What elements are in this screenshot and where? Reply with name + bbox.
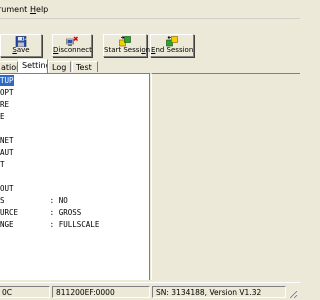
menu-instrument-label: rument (0, 5, 28, 14)
status-panel-address: 811200EF:0000 (52, 286, 150, 298)
tab-test-label: Test (76, 63, 92, 72)
tab-test[interactable]: Test (72, 61, 98, 72)
start-session-label-pre: Start Sessi (104, 46, 142, 54)
settings-line[interactable]: RE (0, 99, 9, 110)
tab-log[interactable]: Log (48, 61, 71, 72)
resize-grip-icon[interactable] (288, 289, 298, 299)
save-label-rest: ave (16, 46, 30, 54)
save-button[interactable]: Save (0, 34, 42, 57)
settings-line[interactable]: T (0, 159, 5, 170)
settings-line[interactable]: OUT (0, 183, 14, 194)
toolbar: Save Disconnect Start Session End Sessio… (0, 20, 300, 60)
status-panel-version: SN: 3134188, Version V1.32 (152, 286, 286, 298)
settings-line[interactable]: E (0, 111, 5, 122)
disconnect-button-label: Disconnect (53, 46, 92, 55)
menu-help-label: elp (36, 5, 49, 14)
menu-instrument[interactable]: rument (0, 5, 27, 15)
settings-line[interactable]: TUP (0, 75, 14, 86)
start-session-button-label: Start Session (104, 46, 150, 55)
disconnect-label-rest: isconnect (58, 46, 92, 54)
tab-configuration[interactable]: ation (0, 61, 18, 72)
settings-line[interactable]: URCE : GROSS (0, 207, 81, 218)
detail-pane (151, 73, 300, 280)
menu-help[interactable]: Help (30, 5, 48, 15)
save-button-label: Save (1, 46, 41, 55)
tab-log-label: Log (52, 63, 67, 72)
status-bar: 0C 811200EF:0000 SN: 3134188, Version V1… (0, 282, 300, 300)
settings-line[interactable]: OPT (0, 87, 14, 98)
start-session-button[interactable]: Start Session (103, 34, 150, 57)
app-window: rument Help Save Disconnect Start Sessio… (0, 0, 300, 300)
settings-line[interactable]: NET (0, 135, 14, 146)
disconnect-button[interactable]: Disconnect (52, 34, 92, 57)
end-session-button[interactable]: End Session (150, 34, 194, 57)
settings-line[interactable]: S : NO (0, 195, 68, 206)
tab-settings[interactable]: Settings (18, 59, 48, 73)
settings-text-pane[interactable]: TUP OPT RE E NET AUT T OUT S : NO URCE :… (0, 73, 150, 280)
end-session-label-rest: nd Session (155, 46, 194, 54)
menu-bar: rument Help (0, 0, 300, 19)
tab-settings-label: Settings (22, 61, 47, 70)
end-session-button-label: End Session (151, 46, 193, 55)
settings-line[interactable]: AUT (0, 147, 14, 158)
settings-line[interactable]: NGE : FULLSCALE (0, 219, 99, 230)
status-panel-port: 0C (0, 286, 50, 298)
tab-strip: ation Settings Log Test (0, 59, 150, 73)
tab-configuration-label: ation (1, 63, 17, 72)
